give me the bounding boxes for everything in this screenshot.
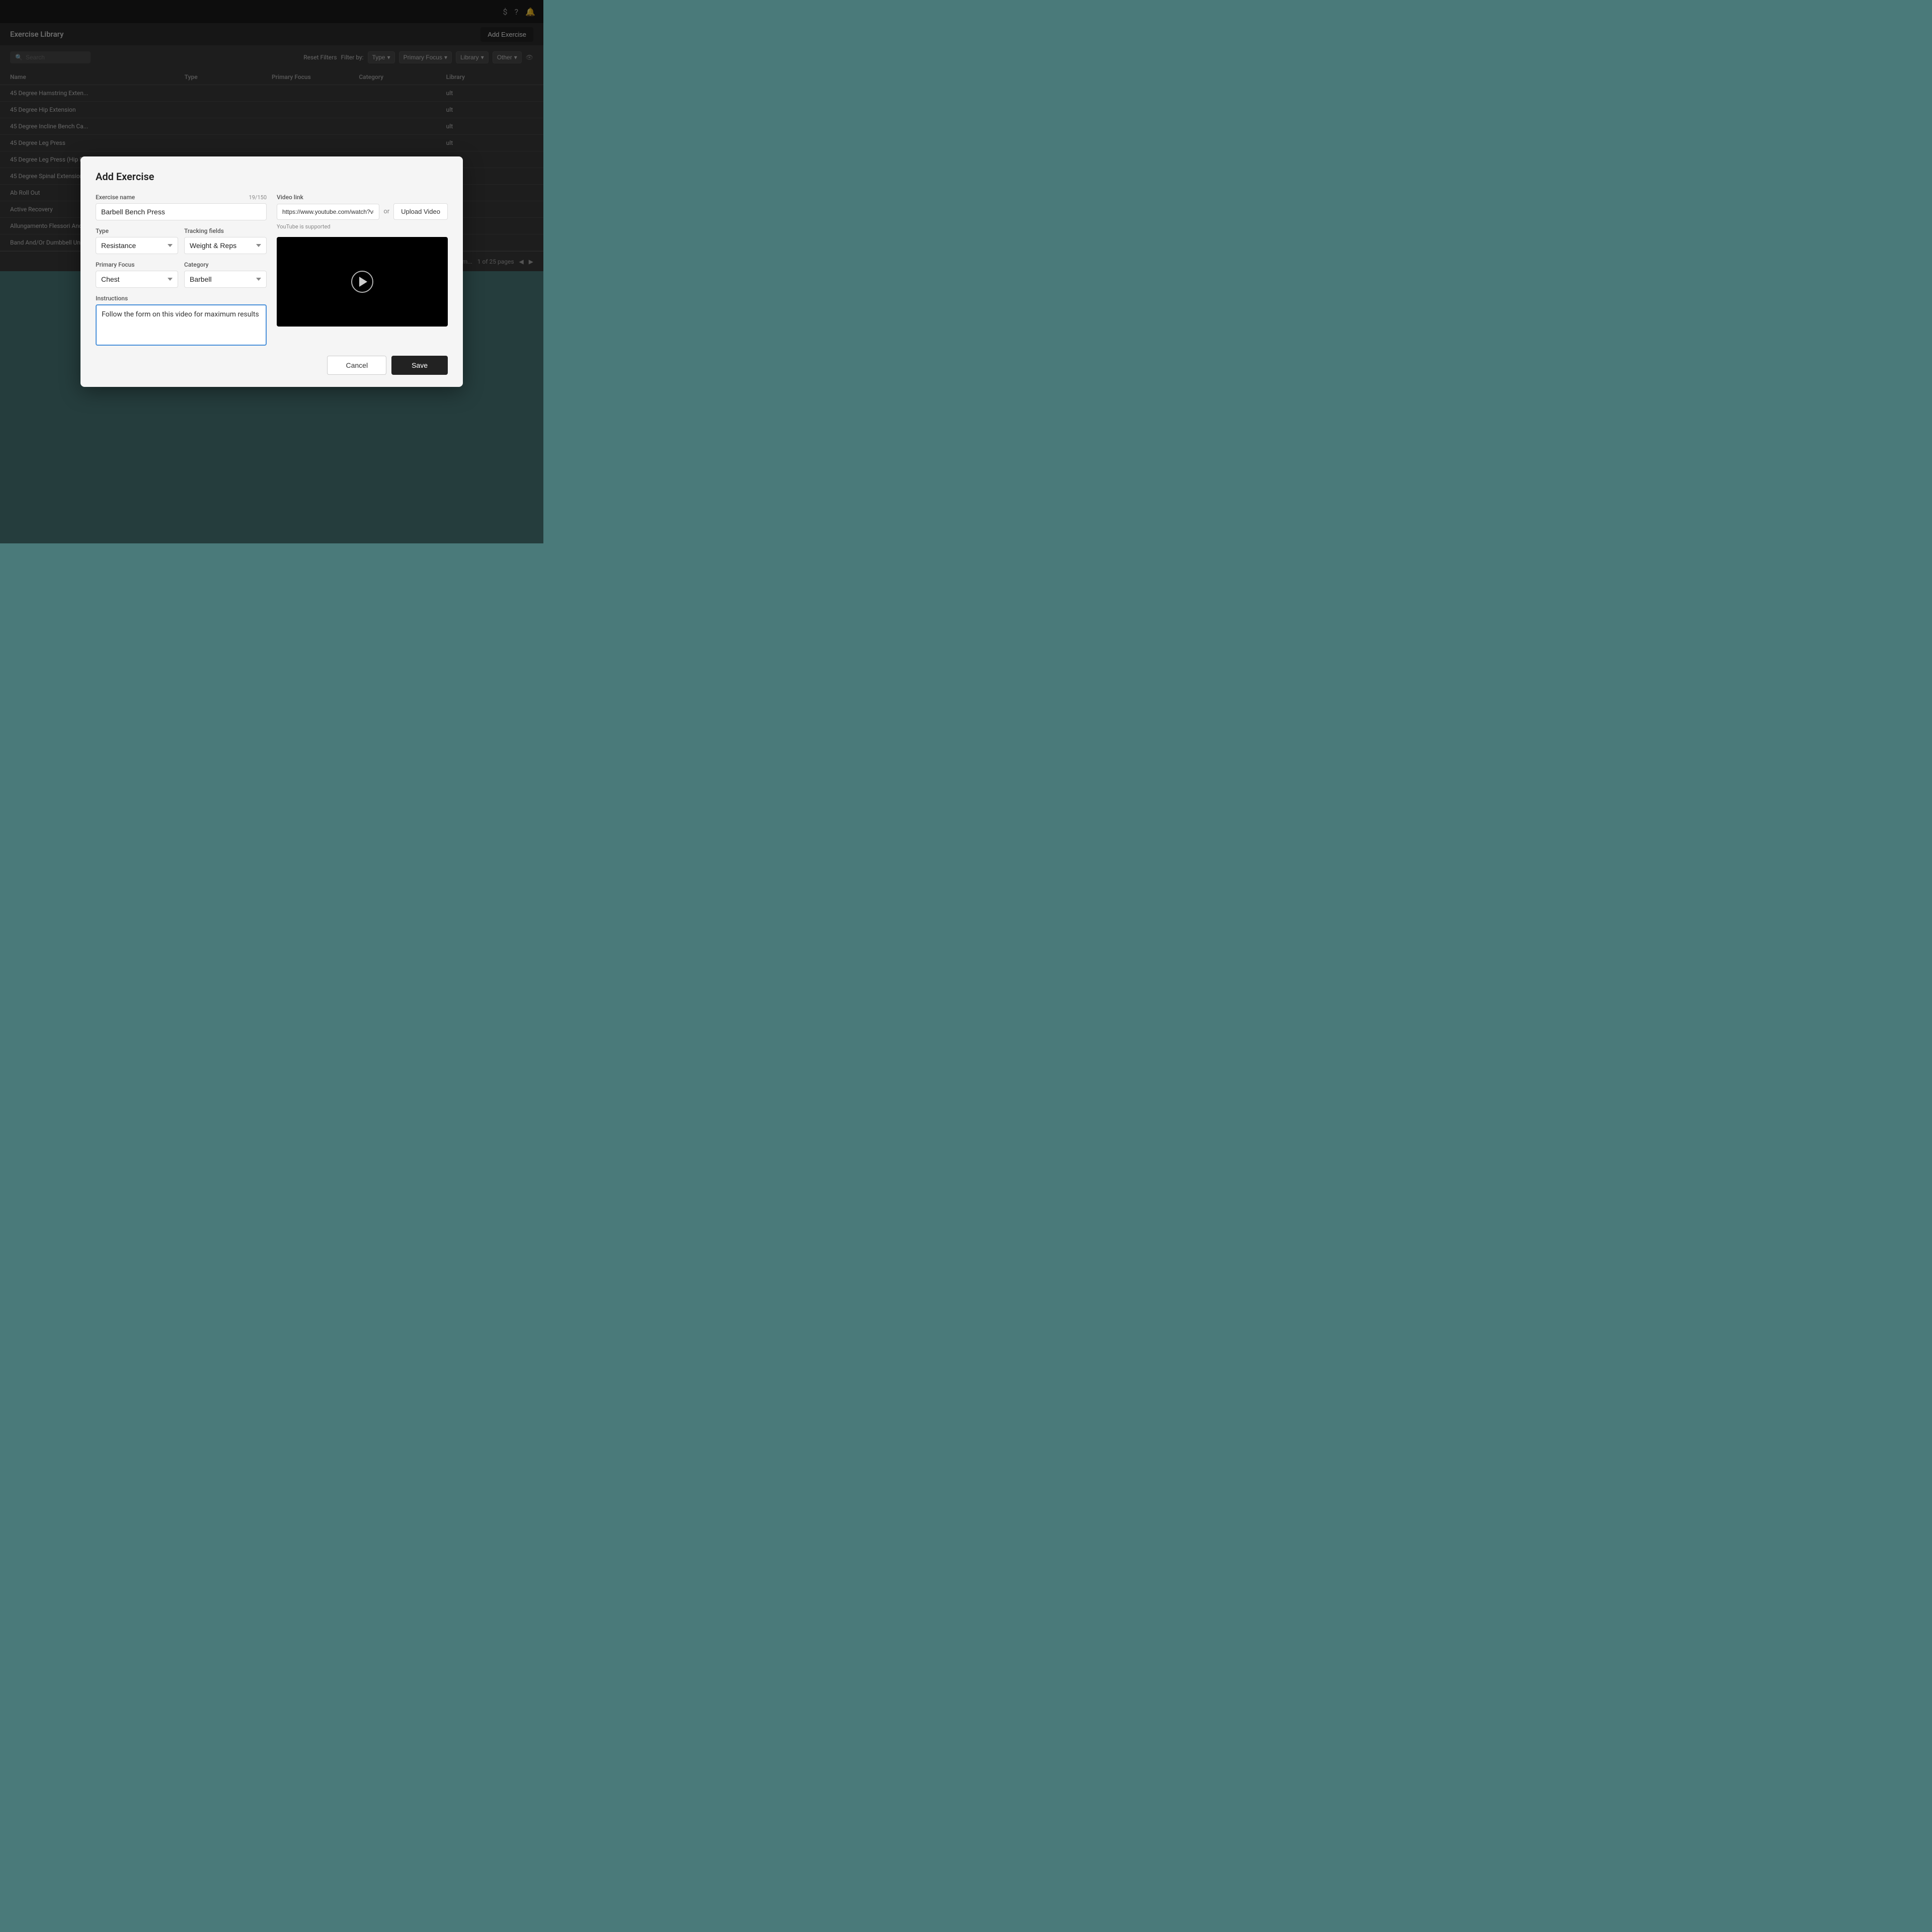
instructions-textarea[interactable]: Follow the form on this video for maximu… [96,304,267,346]
video-link-label: Video link [277,194,448,201]
play-triangle-icon [359,277,367,287]
instructions-group: Instructions Follow the form on this vid… [96,295,267,346]
focus-category-row: Primary Focus Chest Back Shoulders Arms … [96,261,267,288]
cancel-button[interactable]: Cancel [327,356,386,375]
youtube-note: YouTube is supported [277,223,448,230]
modal-title: Add Exercise [96,171,448,183]
exercise-name-input[interactable] [96,203,267,220]
tracking-fields-select[interactable]: Weight & Reps Time Distance [184,237,267,254]
play-button[interactable] [351,271,373,293]
type-label: Type [96,227,178,234]
modal-footer: Cancel Save [96,356,448,375]
video-url-input[interactable] [277,204,379,220]
type-group: Type Resistance Cardio Flexibility Other [96,227,178,254]
video-link-row: or Upload Video [277,203,448,220]
char-count: 19/150 [249,194,267,201]
modal-overlay: Add Exercise Exercise name 19/150 Type R… [0,0,543,543]
type-tracking-row: Type Resistance Cardio Flexibility Other… [96,227,267,254]
upload-video-button[interactable]: Upload Video [393,203,448,220]
type-select[interactable]: Resistance Cardio Flexibility Other [96,237,178,254]
exercise-name-label: Exercise name [96,194,135,201]
video-preview[interactable] [277,237,448,327]
tracking-fields-label: Tracking fields [184,227,267,234]
category-select[interactable]: Barbell Dumbbell Machine Bodyweight Cabl… [184,271,267,288]
modal-body: Exercise name 19/150 Type Resistance Car… [96,194,448,346]
save-button[interactable]: Save [391,356,448,375]
video-link-group: Video link or Upload Video YouTube is su… [277,194,448,230]
modal-right-col: Video link or Upload Video YouTube is su… [277,194,448,346]
or-text: or [383,208,389,215]
tracking-fields-group: Tracking fields Weight & Reps Time Dista… [184,227,267,254]
category-group: Category Barbell Dumbbell Machine Bodywe… [184,261,267,288]
category-label: Category [184,261,267,268]
instructions-label: Instructions [96,295,267,302]
exercise-name-group: Exercise name 19/150 [96,194,267,220]
add-exercise-modal: Add Exercise Exercise name 19/150 Type R… [80,156,463,387]
primary-focus-label: Primary Focus [96,261,178,268]
modal-left-col: Exercise name 19/150 Type Resistance Car… [96,194,267,346]
primary-focus-select[interactable]: Chest Back Shoulders Arms Legs Core Othe… [96,271,178,288]
primary-focus-group: Primary Focus Chest Back Shoulders Arms … [96,261,178,288]
